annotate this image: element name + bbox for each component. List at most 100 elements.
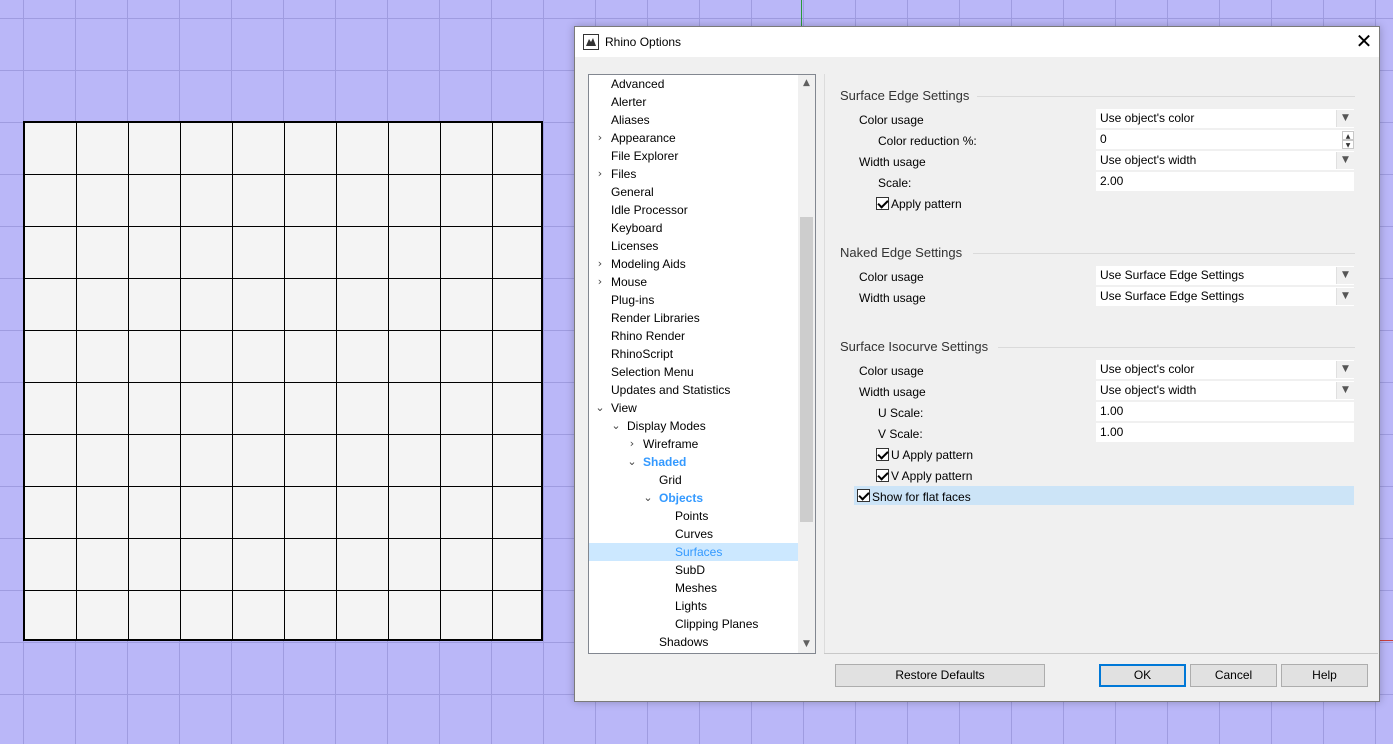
- iso-color-usage-combo[interactable]: Use object's color ▼: [1096, 360, 1354, 379]
- tree-item-rhino-render[interactable]: Rhino Render: [589, 327, 798, 345]
- tree-item-label: Appearance: [611, 131, 676, 145]
- color-usage-combo[interactable]: Use object's color ▼: [1096, 109, 1354, 128]
- spin-down-icon[interactable]: ▼: [1342, 140, 1354, 149]
- tree-item-updates-and-statistics[interactable]: Updates and Statistics: [589, 381, 798, 399]
- tree-item-aliases[interactable]: Aliases: [589, 111, 798, 129]
- tree-item-selection-menu[interactable]: Selection Menu: [589, 363, 798, 381]
- tree-item-modeling-aids[interactable]: › Modeling Aids: [589, 255, 798, 273]
- tree-item-files[interactable]: › Files: [589, 165, 798, 183]
- chevron-down-icon[interactable]: ⌄: [610, 417, 622, 435]
- rhino-options-dialog: Rhino Options ✕ Advanced Alerter Aliases › A…: [574, 26, 1380, 702]
- tree-item-label: Shadows: [659, 635, 709, 649]
- color-reduction-stepper[interactable]: 0 ▲ ▼: [1096, 130, 1354, 149]
- tree-item-label: General: [611, 185, 654, 199]
- chevron-down-icon[interactable]: ▼: [1336, 267, 1354, 284]
- tree-item-licenses[interactable]: Licenses: [589, 237, 798, 255]
- close-icon[interactable]: ✕: [1349, 27, 1379, 57]
- tree-item-view[interactable]: ⌄ View: [589, 399, 798, 417]
- tree-item-general[interactable]: General: [589, 183, 798, 201]
- apply-pattern-checkbox[interactable]: [876, 197, 889, 210]
- u-apply-pattern-checkbox[interactable]: [876, 448, 889, 461]
- tree-item-objects[interactable]: ⌄ Objects: [589, 489, 798, 507]
- section-divider: [998, 347, 1355, 348]
- iso-color-usage-label: Color usage: [859, 364, 924, 378]
- color-usage-value: Use object's color: [1100, 111, 1195, 125]
- cancel-button[interactable]: Cancel: [1190, 664, 1277, 687]
- tree-item-label: Clipping Planes: [675, 617, 759, 631]
- viewport-plane-surface[interactable]: [23, 121, 543, 641]
- chevron-down-icon[interactable]: ⌄: [626, 453, 638, 471]
- tree-item-points[interactable]: Points: [589, 507, 798, 525]
- u-scale-input[interactable]: 1.00: [1096, 402, 1354, 421]
- chevron-down-icon[interactable]: ▼: [1336, 382, 1354, 399]
- tree-item-shadows[interactable]: Shadows: [589, 633, 798, 651]
- tree-item-lights[interactable]: Lights: [589, 597, 798, 615]
- chevron-down-icon[interactable]: ▼: [1336, 110, 1354, 127]
- tree-item-shaded[interactable]: ⌄ Shaded: [589, 453, 798, 471]
- iso-width-usage-label: Width usage: [859, 385, 926, 399]
- width-usage-label: Width usage: [859, 155, 926, 169]
- tree-item-curves[interactable]: Curves: [589, 525, 798, 543]
- tree-item-meshes[interactable]: Meshes: [589, 579, 798, 597]
- scale-label: Scale:: [878, 176, 912, 190]
- iso-color-usage-value: Use object's color: [1100, 362, 1195, 376]
- apply-pattern-label: Apply pattern: [891, 197, 962, 211]
- options-tree[interactable]: Advanced Alerter Aliases › Appearance File Ex…: [588, 74, 816, 654]
- tree-item-surfaces[interactable]: Surfaces: [589, 543, 798, 561]
- naked-color-usage-combo[interactable]: Use Surface Edge Settings ▼: [1096, 266, 1354, 285]
- tree-item-label: Objects: [659, 491, 704, 505]
- tree-item-file-explorer[interactable]: File Explorer: [589, 147, 798, 165]
- tree-item-mouse[interactable]: › Mouse: [589, 273, 798, 291]
- chevron-right-icon[interactable]: ›: [594, 273, 606, 291]
- u-scale-value: 1.00: [1100, 404, 1124, 418]
- tree-item-keyboard[interactable]: Keyboard: [589, 219, 798, 237]
- chevron-down-icon[interactable]: ⌄: [642, 489, 654, 507]
- help-button[interactable]: Help: [1281, 664, 1368, 687]
- chevron-down-icon[interactable]: ▼: [1336, 288, 1354, 305]
- v-scale-input[interactable]: 1.00: [1096, 423, 1354, 442]
- tree-item-grid[interactable]: Grid: [589, 471, 798, 489]
- bottom-divider: [824, 653, 1378, 654]
- naked-width-usage-combo[interactable]: Use Surface Edge Settings ▼: [1096, 287, 1354, 306]
- tree-item-render-libraries[interactable]: Render Libraries: [589, 309, 798, 327]
- scroll-up-icon[interactable]: ▲: [798, 75, 815, 92]
- tree-item-plug-ins[interactable]: Plug-ins: [589, 291, 798, 309]
- tree-item-rhinoscript[interactable]: RhinoScript: [589, 345, 798, 363]
- tree-item-label: Modeling Aids: [611, 257, 686, 271]
- chevron-right-icon[interactable]: ›: [594, 255, 606, 273]
- tree-item-advanced[interactable]: Advanced: [589, 75, 798, 93]
- tree-item-appearance[interactable]: › Appearance: [589, 129, 798, 147]
- naked-edge-title: Naked Edge Settings: [840, 245, 963, 260]
- scale-input[interactable]: 2.00: [1096, 172, 1354, 191]
- title-bar[interactable]: Rhino Options ✕: [575, 27, 1379, 57]
- viewport-y-axis: [801, 0, 802, 27]
- tree-item-label: File Explorer: [611, 149, 679, 163]
- tree-item-wireframe[interactable]: › Wireframe: [589, 435, 798, 453]
- tree-item-label: Wireframe: [643, 437, 699, 451]
- tree-item-label: Alerter: [611, 95, 647, 109]
- u-apply-pattern-label: U Apply pattern: [891, 448, 974, 462]
- chevron-down-icon[interactable]: ⌄: [594, 399, 606, 417]
- scroll-down-icon[interactable]: ▼: [798, 636, 815, 653]
- tree-item-display-modes[interactable]: ⌄ Display Modes: [589, 417, 798, 435]
- tree-item-subd[interactable]: SubD: [589, 561, 798, 579]
- spin-up-icon[interactable]: ▲: [1342, 131, 1354, 140]
- tree-scrollbar[interactable]: ▲ ▼: [798, 75, 815, 653]
- ok-button[interactable]: OK: [1099, 664, 1186, 687]
- tree-item-idle-processor[interactable]: Idle Processor: [589, 201, 798, 219]
- flat-faces-checkbox[interactable]: [857, 489, 870, 502]
- v-apply-pattern-checkbox[interactable]: [876, 469, 889, 482]
- tree-item-alerter[interactable]: Alerter: [589, 93, 798, 111]
- restore-defaults-button[interactable]: Restore Defaults: [835, 664, 1045, 687]
- scroll-thumb[interactable]: [800, 217, 813, 522]
- chevron-right-icon[interactable]: ›: [594, 129, 606, 147]
- width-usage-combo[interactable]: Use object's width ▼: [1096, 151, 1354, 170]
- iso-width-usage-combo[interactable]: Use object's width ▼: [1096, 381, 1354, 400]
- chevron-right-icon[interactable]: ›: [594, 165, 606, 183]
- chevron-down-icon[interactable]: ▼: [1336, 152, 1354, 169]
- section-divider: [973, 253, 1355, 254]
- chevron-down-icon[interactable]: ▼: [1336, 361, 1354, 378]
- tree-item-clipping-planes[interactable]: Clipping Planes: [589, 615, 798, 633]
- chevron-right-icon[interactable]: ›: [626, 435, 638, 453]
- color-usage-label: Color usage: [859, 113, 924, 127]
